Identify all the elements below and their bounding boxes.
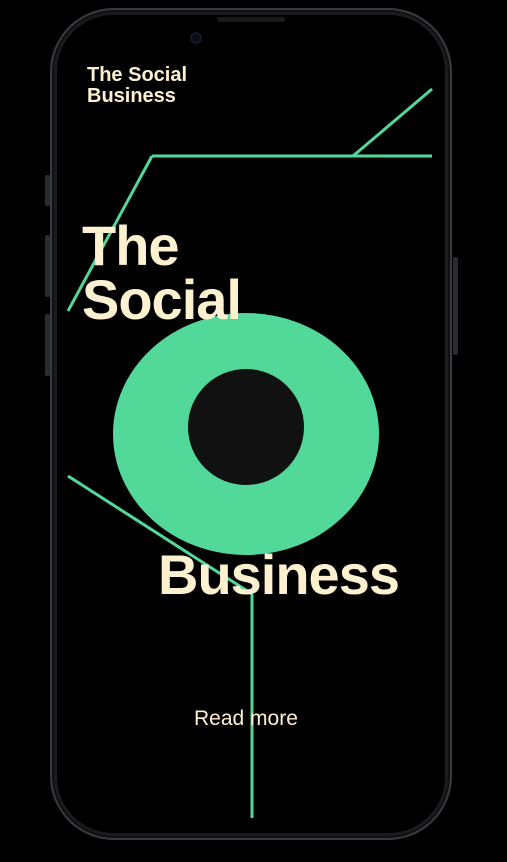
accent-line-top-diagonal — [352, 87, 433, 158]
brand-line-1: The Social — [87, 64, 188, 86]
ring-center — [188, 369, 304, 485]
hero-title-line-1: The — [82, 214, 180, 277]
hero-title-line-3: Business — [158, 543, 400, 606]
brand-line-2: Business — [87, 85, 176, 107]
device-mockup: The Social Business The Social Business … — [0, 0, 507, 862]
brand-logo[interactable]: The Social Business — [87, 65, 247, 107]
read-more-link[interactable]: Read more — [194, 706, 298, 732]
hero-artwork — [66, 87, 433, 818]
hero-title-line-2: Social — [82, 268, 242, 331]
